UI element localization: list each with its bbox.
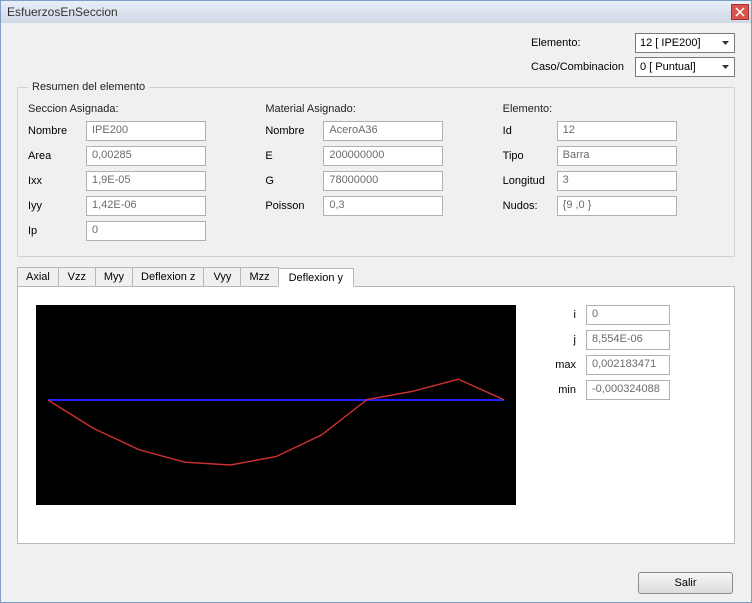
tab-vzz[interactable]: Vzz [58, 267, 96, 286]
elemento-tipo-field[interactable]: Barra [557, 146, 677, 166]
seccion-nombre-label: Nombre [28, 125, 86, 137]
result-i-field[interactable]: 0 [586, 305, 670, 325]
seccion-ip-field[interactable]: 0 [86, 221, 206, 241]
salir-button[interactable]: Salir [638, 572, 733, 594]
result-j-label: j [546, 334, 576, 346]
elemento-combo[interactable]: 12 [ IPE200] [635, 33, 735, 53]
elemento-label: Elemento: [531, 37, 627, 49]
window-title: EsfuerzosEnSeccion [7, 5, 731, 19]
elemento-combo-value: 12 [ IPE200] [640, 37, 719, 49]
result-min-field[interactable]: -0,000324088 [586, 380, 670, 400]
seccion-ip-label: Ip [28, 225, 86, 237]
content: Elemento: 12 [ IPE200] Caso/Combinacion … [1, 23, 751, 564]
material-g-label: G [265, 175, 323, 187]
seccion-ixx-field[interactable]: 1,9E-05 [86, 171, 206, 191]
material-e-field[interactable]: 200000000 [323, 146, 443, 166]
tab-vyy[interactable]: Vyy [203, 267, 241, 286]
resumen-legend: Resumen del elemento [28, 81, 149, 93]
elemento-title: Elemento: [503, 103, 724, 115]
tab-axial[interactable]: Axial [17, 267, 59, 286]
result-min-label: min [546, 384, 576, 396]
tab-myy[interactable]: Myy [95, 267, 133, 286]
tab-deflexion-y[interactable]: Deflexion y [278, 268, 354, 287]
tab-deflexion-z[interactable]: Deflexion z [132, 267, 204, 286]
result-i-label: i [546, 309, 576, 321]
seccion-area-field[interactable]: 0,00285 [86, 146, 206, 166]
resumen-fieldset: Resumen del elemento Seccion Asignada: N… [17, 81, 735, 257]
elemento-id-field[interactable]: 12 [557, 121, 677, 141]
titlebar: EsfuerzosEnSeccion [1, 1, 751, 23]
material-nombre-label: Nombre [265, 125, 323, 137]
seccion-title: Seccion Asignada: [28, 103, 249, 115]
material-nombre-field[interactable]: AceroA36 [323, 121, 443, 141]
material-title: Material Asignado: [265, 103, 486, 115]
material-col: Material Asignado: NombreAceroA36 E20000… [265, 99, 486, 246]
caso-label: Caso/Combinacion [531, 61, 627, 73]
material-g-field[interactable]: 78000000 [323, 171, 443, 191]
elemento-nudos-label: Nudos: [503, 200, 557, 212]
close-button[interactable] [731, 4, 749, 20]
plot-svg [36, 305, 516, 505]
window: EsfuerzosEnSeccion Elemento: 12 [ IPE200… [0, 0, 752, 603]
chevron-down-icon [719, 35, 732, 51]
result-max-field[interactable]: 0,002183471 [586, 355, 670, 375]
elemento-longitud-field[interactable]: 3 [557, 171, 677, 191]
seccion-area-label: Area [28, 150, 86, 162]
tab-strip: Axial Vzz Myy Deflexion z Vyy Mzz Deflex… [17, 267, 735, 286]
tab-panel: i0 j 8,554E-06 max 0,002183471 min -0,00032… [17, 286, 735, 544]
elemento-tipo-label: Tipo [503, 150, 557, 162]
caso-combo-value: 0 [ Puntual] [640, 61, 719, 73]
close-icon [735, 7, 745, 17]
results-side: i0 j 8,554E-06 max 0,002183471 min -0,00032… [546, 305, 716, 525]
chevron-down-icon [719, 59, 732, 75]
elemento-longitud-label: Longitud [503, 175, 557, 187]
elemento-col: Elemento: Id12 TipoBarra Longitud3 Nudos… [503, 99, 724, 246]
result-max-label: max [546, 359, 576, 371]
tab-mzz[interactable]: Mzz [240, 267, 278, 286]
footer: Salir [1, 564, 751, 602]
material-poisson-label: Poisson [265, 200, 323, 212]
seccion-iyy-label: Iyy [28, 200, 86, 212]
seccion-ixx-label: Ixx [28, 175, 86, 187]
seccion-iyy-field[interactable]: 1,42E-06 [86, 196, 206, 216]
material-e-label: E [265, 150, 323, 162]
plot-area [36, 305, 516, 505]
material-poisson-field[interactable]: 0,3 [323, 196, 443, 216]
elemento-nudos-field[interactable]: {9 ,0 } [557, 196, 677, 216]
seccion-col: Seccion Asignada: NombreIPE200 Area0,002… [28, 99, 249, 246]
caso-combo[interactable]: 0 [ Puntual] [635, 57, 735, 77]
elemento-id-label: Id [503, 125, 557, 137]
result-j-field[interactable]: 8,554E-06 [586, 330, 670, 350]
seccion-nombre-field[interactable]: IPE200 [86, 121, 206, 141]
